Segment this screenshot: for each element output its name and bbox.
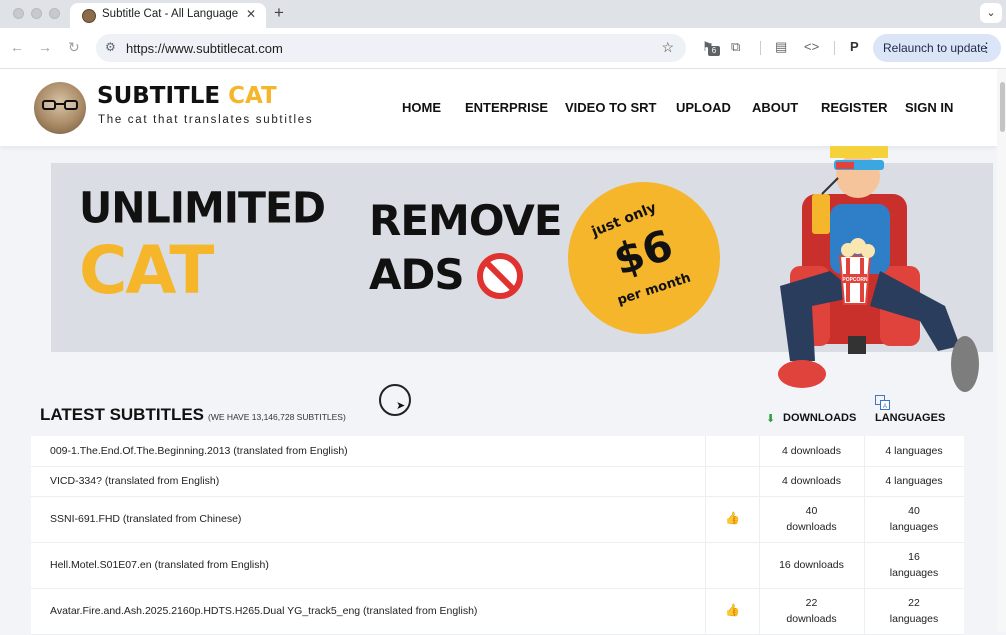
languages-count: 4 languages: [885, 475, 943, 487]
tab-search-button[interactable]: ⌄: [980, 3, 1002, 23]
languages-count: 22 languages: [889, 597, 939, 625]
new-tab-button[interactable]: +: [274, 4, 284, 22]
back-icon[interactable]: ←: [10, 39, 24, 55]
table-row[interactable]: SSNI-691.FHD (translated from Chinese) 👍…: [31, 497, 964, 543]
banner-remove-text: REMOVE: [369, 196, 563, 245]
toolbar-divider: [760, 41, 761, 55]
browser-tab-bar: Subtitle Cat - All Language Subtitles ✕ …: [0, 0, 1006, 28]
subtitle-title-link[interactable]: SSNI-691.FHD (translated from Chinese): [50, 513, 241, 525]
glasses-icon: [42, 100, 78, 110]
column-divider: [759, 436, 760, 634]
browser-toolbar: ← → ↻ ⚙ https://www.subtitlecat.com ☆ ⚑ …: [0, 28, 1006, 69]
url-text[interactable]: https://www.subtitlecat.com: [126, 41, 283, 56]
languages-translate-icon: A: [875, 395, 890, 410]
cursor-highlight: [379, 384, 411, 416]
languages-count: 40 languages: [889, 505, 939, 533]
reload-icon[interactable]: ↻: [68, 39, 80, 55]
subtitle-title-link[interactable]: Hell.Motel.S01E07.en (translated from En…: [50, 559, 269, 571]
nav-enterprise[interactable]: ENTERPRISE: [465, 100, 548, 115]
brand-word-subtitle: SUBTITLE: [97, 83, 221, 109]
thumbs-up-icon: 👍: [725, 511, 740, 525]
download-arrow-icon: ⬇: [766, 413, 776, 425]
extensions-puzzle-icon[interactable]: ⧉: [731, 39, 740, 55]
browser-tab[interactable]: Subtitle Cat - All Language Subtitles ✕: [70, 3, 266, 28]
forward-icon[interactable]: →: [38, 39, 52, 55]
downloads-count: 40 downloads: [786, 505, 837, 533]
column-divider: [864, 436, 865, 634]
brand-logo[interactable]: SUBTITLE CAT: [97, 83, 277, 109]
thumbs-up-icon: 👍: [725, 603, 740, 617]
downloads-count: 16 downloads: [779, 559, 844, 571]
popcorn-label: POPCORN: [842, 277, 868, 283]
brand-word-cat: CAT: [228, 83, 277, 109]
languages-count: 16 languages: [889, 551, 939, 579]
latest-subtitles-heading: LATEST SUBTITLES: [40, 405, 205, 424]
column-downloads[interactable]: DOWNLOADS: [783, 412, 856, 424]
downloads-count: 22 downloads: [786, 597, 837, 625]
profile-icon[interactable]: P: [850, 39, 859, 55]
table-row[interactable]: VICD-334? (translated from English) 4 do…: [31, 467, 964, 497]
subtitle-title-link[interactable]: Avatar.Fire.and.Ash.2025.2160p.HDTS.H265…: [50, 605, 477, 617]
bookmark-star-icon[interactable]: ☆: [661, 39, 674, 56]
window-close-button[interactable]: [13, 8, 24, 19]
browser-menu-icon[interactable]: ⋮: [980, 40, 993, 56]
nav-video-to-srt[interactable]: VIDEO TO SRT: [565, 100, 657, 115]
subtitle-title-link[interactable]: 009-1.The.End.Of.The.Beginning.2013 (tra…: [50, 445, 348, 457]
tab-close-icon[interactable]: ✕: [246, 7, 256, 21]
relaunch-label: Relaunch to update: [883, 41, 988, 55]
address-bar[interactable]: ⚙ https://www.subtitlecat.com ☆: [96, 34, 686, 62]
banner-cat-text: CAT: [79, 232, 214, 309]
nav-sign-in[interactable]: SIGN IN: [905, 100, 953, 115]
svg-text:A: A: [883, 404, 887, 410]
site-info-icon[interactable]: ⚙: [105, 40, 116, 54]
banner-ads-text: ADS: [369, 250, 465, 299]
window-zoom-button[interactable]: [49, 8, 60, 19]
no-ads-icon: [477, 253, 523, 299]
nav-home[interactable]: HOME: [402, 100, 441, 115]
site-header: SUBTITLE CAT The cat that translates sub…: [0, 69, 997, 146]
table-row[interactable]: Avatar.Fire.and.Ash.2025.2160p.HDTS.H265…: [31, 589, 964, 635]
nav-upload[interactable]: UPLOAD: [676, 100, 731, 115]
table-row[interactable]: 009-1.The.End.Of.The.Beginning.2013 (tra…: [31, 436, 964, 467]
relaunch-button[interactable]: Relaunch to update ⋮: [873, 34, 1001, 62]
subtitle-count: (WE HAVE 13,146,728 SUBTITLES): [208, 412, 346, 422]
table-row[interactable]: Hell.Motel.S01E07.en (translated from En…: [31, 543, 964, 589]
cat-logo-icon[interactable]: [34, 82, 86, 134]
tab-favicon-icon: [82, 9, 96, 23]
brand-tagline: The cat that translates subtitles: [98, 114, 314, 126]
mouse-pointer-icon: ➤: [396, 400, 406, 412]
window-minimize-button[interactable]: [31, 8, 42, 19]
scrollbar-thumb[interactable]: [1000, 82, 1005, 132]
column-divider: [705, 436, 706, 634]
downloads-count: 4 downloads: [782, 445, 841, 457]
devtools-icon[interactable]: <>: [804, 39, 819, 55]
side-panel-icon[interactable]: ▤: [775, 39, 787, 55]
nav-register[interactable]: REGISTER: [821, 100, 887, 115]
banner-unlimited-text: UNLIMITED: [79, 182, 326, 234]
popcorn-character-illustration: POPCORN: [778, 146, 979, 392]
extension-badge: 6: [708, 46, 720, 56]
column-languages[interactable]: LANGUAGES: [875, 412, 945, 424]
languages-count: 4 languages: [885, 445, 943, 457]
subtitle-title-link[interactable]: VICD-334? (translated from English): [50, 475, 219, 487]
downloads-count: 4 downloads: [782, 475, 841, 487]
toolbar-divider: [834, 41, 835, 55]
page-scrollbar[interactable]: [997, 69, 1006, 632]
nav-about[interactable]: ABOUT: [752, 100, 798, 115]
tab-title: Subtitle Cat - All Language Subtitles: [102, 8, 242, 20]
